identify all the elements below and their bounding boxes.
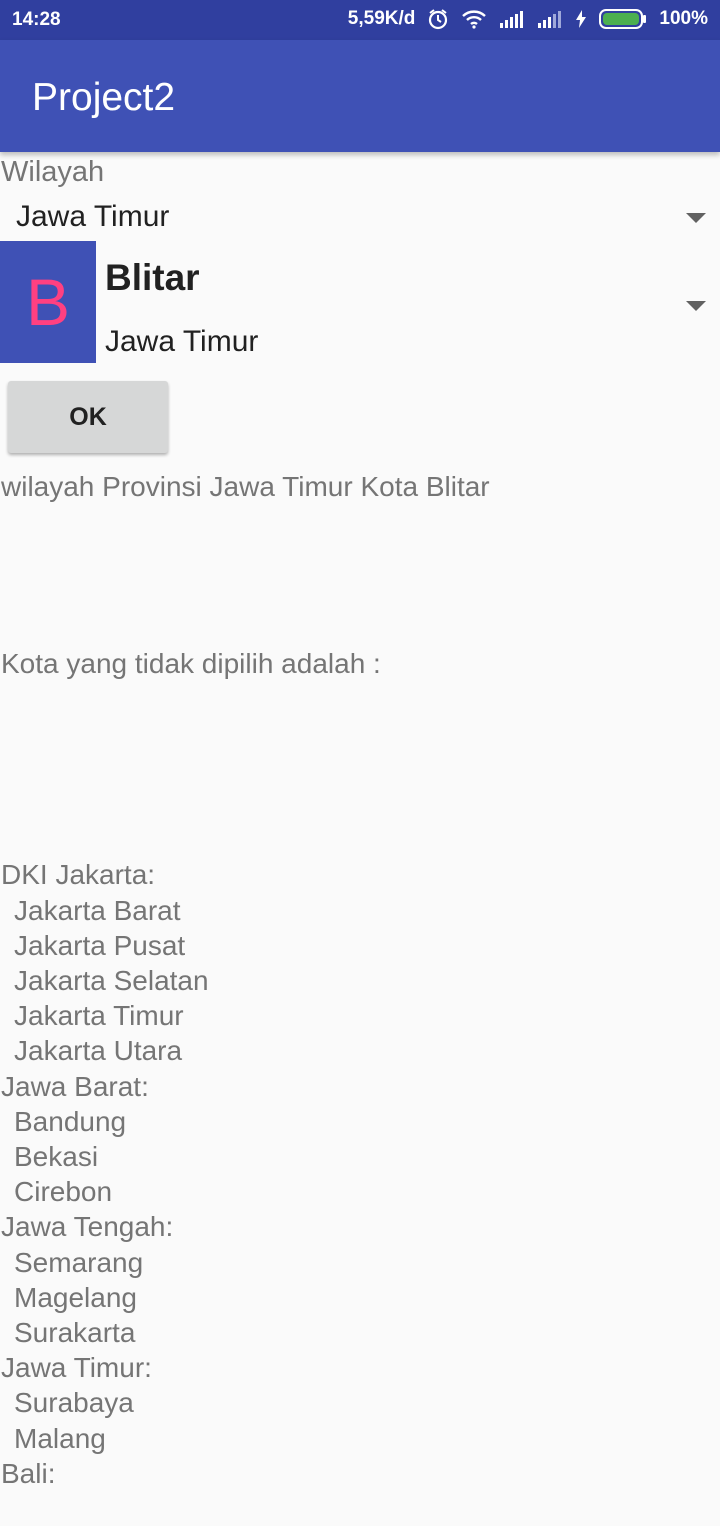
- list-item: Surabaya: [14, 1387, 134, 1419]
- province-group-label: Jawa Barat:: [1, 1070, 149, 1102]
- app-bar: Project2: [0, 40, 720, 152]
- list-item: Jakarta Selatan: [14, 965, 209, 997]
- province-group-label: Bali:: [1, 1457, 56, 1489]
- list-item: Cirebon: [14, 1176, 113, 1208]
- province-group-label: Jawa Tengah:: [1, 1211, 174, 1243]
- province-spinner[interactable]: Jawa Timur: [0, 190, 720, 242]
- list-item: Malang: [14, 1422, 106, 1454]
- city-spinner-province: Jawa Timur: [105, 325, 259, 358]
- unselected-groups: DKI Jakarta: Jakarta Barat Jakarta Pusat Ja…: [1, 857, 381, 1491]
- list-item: Jakarta Utara: [14, 1035, 183, 1067]
- unselected-heading: Kota yang tidak dipilih adalah :: [1, 648, 381, 680]
- avatar-letter: B: [25, 265, 71, 339]
- list-item: Semarang: [14, 1246, 144, 1278]
- status-bar: 14:28 5,59K/d 100%: [0, 0, 720, 40]
- signal-icon: [499, 9, 525, 29]
- province-group-label: DKI Jakarta:: [1, 859, 156, 891]
- dropdown-arrow-icon: [686, 213, 706, 223]
- wilayah-label: Wilayah: [1, 156, 105, 188]
- list-item: Bandung: [14, 1105, 127, 1137]
- signal-icon-2: [537, 9, 563, 29]
- list-item: Bekasi: [14, 1141, 99, 1173]
- dropdown-arrow-icon: [686, 301, 706, 311]
- app-title: Project2: [32, 76, 176, 119]
- network-speed: 5,59K/d: [347, 8, 416, 29]
- list-item: Magelang: [14, 1281, 137, 1313]
- list-item: Jakarta Pusat: [14, 929, 186, 961]
- ok-button[interactable]: OK: [8, 381, 168, 453]
- province-group-label: Jawa Timur:: [1, 1352, 152, 1384]
- status-icons: 5,59K/d 100%: [348, 8, 708, 30]
- battery-icon: [599, 8, 647, 30]
- alarm-icon: [427, 8, 449, 30]
- battery-percent: 100%: [659, 8, 708, 29]
- status-time: 14:28: [12, 9, 61, 30]
- wifi-icon: [461, 9, 487, 29]
- city-spinner[interactable]: B Blitar Jawa Timur: [0, 241, 720, 363]
- list-item: Jakarta Timur: [14, 1000, 184, 1032]
- charging-icon: [575, 9, 587, 29]
- unselected-list: Kota yang tidak dipilih adalah : DKI Jak…: [1, 576, 381, 1526]
- result-message: wilayah Provinsi Jawa Timur Kota Blitar: [1, 471, 490, 502]
- city-spinner-city: Blitar: [105, 257, 200, 298]
- province-spinner-value: Jawa Timur: [16, 200, 170, 233]
- list-item: Surakarta: [14, 1317, 136, 1349]
- list-item: Jakarta Barat: [14, 894, 181, 926]
- city-avatar: B: [0, 241, 96, 363]
